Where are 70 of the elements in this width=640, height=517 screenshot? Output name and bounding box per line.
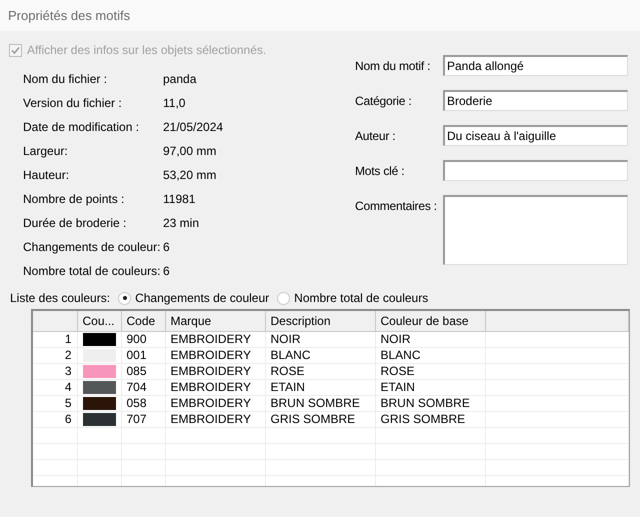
info-value: 11981 [163,192,196,206]
row-number: 2 [33,348,77,364]
row-number: 3 [33,364,77,380]
info-value: panda [163,72,196,86]
input-field[interactable]: Panda allongé [443,55,628,76]
list-label: Liste des couleurs: [10,291,110,305]
row-number: 4 [33,380,77,396]
info-value: 6 [163,264,170,278]
info-value: 21/05/2024 [163,120,224,134]
table-cell: GRIS SOMBRE [265,412,375,428]
table-cell: 707 [121,412,165,428]
table-cell: BLANC [265,348,375,364]
table-cell: EMBROIDERY [165,332,265,348]
table-cell: EMBROIDERY [165,348,265,364]
field-label: Mots clé : [355,163,406,178]
table-cell: 001 [121,348,165,364]
field-label: Nom du motif : [355,58,432,73]
table-cell: BRUN SOMBRE [265,396,375,412]
table-cell: ETAIN [375,380,485,396]
field-label: Commentaires : [355,198,438,213]
column-header[interactable]: Cou... [77,311,121,332]
input-field[interactable]: Du ciseau à l'aiguille [443,125,628,146]
info-label: Nombre total de couleurs: [23,264,162,278]
table-cell: EMBROIDERY [165,396,265,412]
input-field[interactable] [443,160,628,181]
radio-label: Nombre total de couleurs [294,291,428,305]
info-value: 23 min [163,216,200,230]
info-label: Changements de couleur: [23,240,162,254]
info-value: 6 [163,240,170,254]
table-cell: ETAIN [265,380,375,396]
table-cell: EMBROIDERY [165,380,265,396]
column-header[interactable]: Couleur de base [375,311,485,332]
table-cell: ROSE [265,364,375,380]
radio-button[interactable] [118,292,132,304]
column-header[interactable]: Description [265,311,375,332]
info-label: Durée de broderie : [23,216,128,230]
field-label: Catégorie : [355,93,412,108]
radio-button[interactable] [277,292,290,304]
table-cell: 058 [121,396,165,412]
input-field[interactable]: Broderie [443,90,628,111]
info-label: Date de modification : [23,120,140,134]
table-cell: EMBROIDERY [165,412,265,428]
checkbox-label: Afficher des infos sur les objets sélectionnés. [27,43,266,57]
table-cell: 900 [121,332,165,348]
row-number: 5 [33,396,77,412]
info-label: Nombre de points : [23,192,126,206]
info-value: 97,00 mm [163,144,216,158]
column-header[interactable]: Code [121,311,165,332]
info-value: 53,20 mm [163,168,216,182]
table-cell: BRUN SOMBRE [375,396,485,412]
field-label: Auteur : [355,128,396,143]
info-label: Hauteur: [23,168,70,182]
table-cell: NOIR [375,332,485,348]
row-number: 1 [33,332,77,348]
table-cell: NOIR [265,332,375,348]
table-cell: GRIS SOMBRE [375,412,485,428]
row-number: 6 [33,412,77,428]
info-value: 11,0 [163,96,186,110]
table-cell: 704 [121,380,165,396]
info-label: Nom du fichier : [23,72,108,86]
radio-label: Changements de couleur [135,291,270,305]
info-label: Largeur: [23,144,69,158]
table-cell: BLANC [375,348,485,364]
column-header[interactable]: Marque [165,311,265,332]
info-label: Version du fichier : [23,96,123,110]
table-cell: 085 [121,364,165,380]
panel-title: Propriétés des motifs [8,8,130,23]
table-cell: ROSE [375,364,485,380]
table-cell: EMBROIDERY [165,364,265,380]
comments-field[interactable] [443,195,628,265]
